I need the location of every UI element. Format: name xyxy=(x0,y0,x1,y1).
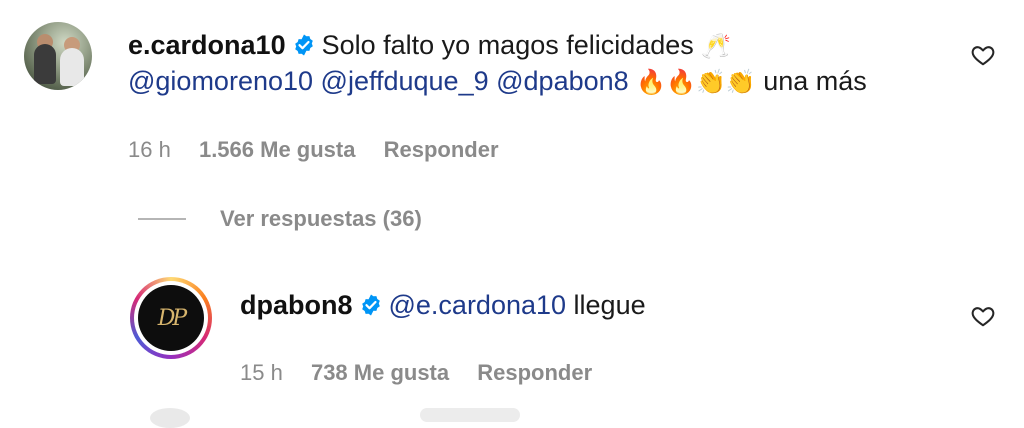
timestamp[interactable]: 15 h xyxy=(240,360,283,385)
like-count[interactable]: 1.566 Me gusta xyxy=(199,137,356,162)
mention-link[interactable]: @dpabon8 xyxy=(496,66,629,96)
comment: e.cardona10 Solo falto yo magos felicidad… xyxy=(0,0,1024,231)
divider-line xyxy=(138,218,186,220)
verified-badge-icon xyxy=(292,31,316,65)
reply-button[interactable]: Responder xyxy=(477,360,592,385)
comment-line-1: e.cardona10 Solo falto yo magos felicidad… xyxy=(128,28,731,65)
heart-outline-icon[interactable] xyxy=(970,42,996,68)
username[interactable]: e.cardona10 xyxy=(128,30,286,60)
comment-text-tail: una más xyxy=(763,66,867,96)
like-count[interactable]: 738 Me gusta xyxy=(311,360,449,385)
next-comment-avatar-partial xyxy=(150,408,190,428)
next-comment-text-partial xyxy=(420,408,520,422)
comment-meta: 15 h 738 Me gusta Responder xyxy=(240,360,614,386)
story-ring[interactable]: DP xyxy=(130,277,212,359)
mention-link[interactable]: @e.cardona10 xyxy=(389,290,567,320)
reply-button[interactable]: Responder xyxy=(384,137,499,162)
username[interactable]: dpabon8 xyxy=(240,290,353,320)
clinking-glasses-emoji: 🥂 xyxy=(701,33,732,60)
comment-text: Solo falto yo magos felicidades xyxy=(321,30,694,60)
avatar[interactable] xyxy=(24,22,92,90)
comment-line-2: @giomoreno10 @jeffduque_9 @dpabon8 🔥🔥👏👏 … xyxy=(128,64,867,100)
view-replies-label: Ver respuestas (36) xyxy=(220,206,422,231)
mention-link[interactable]: @jeffduque_9 xyxy=(321,66,489,96)
comment-meta: 16 h 1.566 Me gusta Responder xyxy=(128,137,521,163)
view-replies-button[interactable]: Ver respuestas (36) xyxy=(138,206,422,232)
reply-line: dpabon8 @e.cardona10 llegue xyxy=(240,288,646,325)
heart-outline-icon[interactable] xyxy=(970,303,996,329)
verified-badge-icon xyxy=(359,291,383,325)
fire-clap-emojis: 🔥🔥👏👏 xyxy=(636,69,756,96)
comment-text: llegue xyxy=(573,290,646,320)
mention-link[interactable]: @giomoreno10 xyxy=(128,66,313,96)
timestamp[interactable]: 16 h xyxy=(128,137,171,162)
avatar: DP xyxy=(138,285,204,351)
